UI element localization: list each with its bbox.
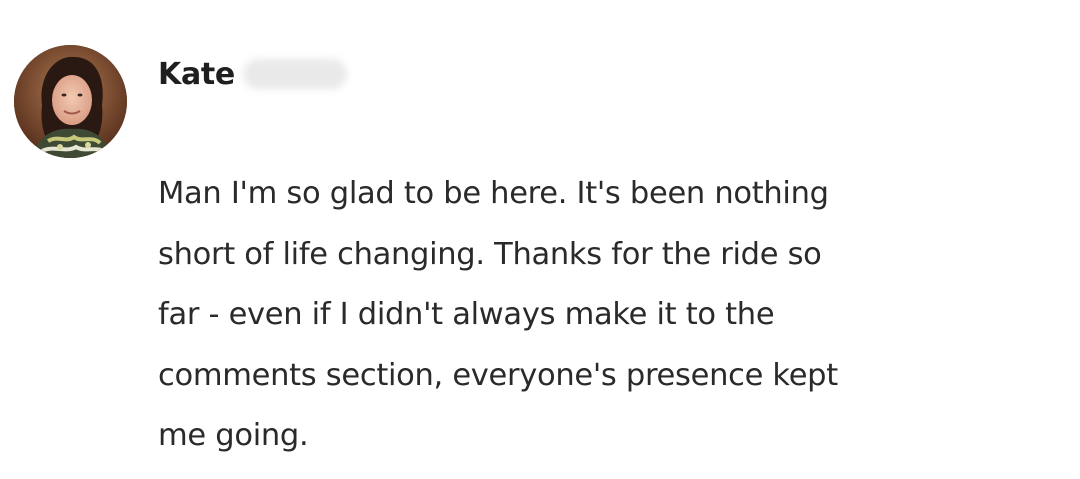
comment-text: Man I'm so glad to be here. It's been no… xyxy=(158,164,1058,467)
avatar-photo-icon xyxy=(14,45,127,158)
author-first-name: Kate xyxy=(158,56,235,92)
comment-author[interactable]: Kate xyxy=(158,52,347,96)
comment-line: far - even if I didn't always make it to… xyxy=(158,297,775,332)
comment-line: comments section, everyone's presence ke… xyxy=(158,357,838,393)
comment-card: Kate Man I'm so glad to be here. It's be… xyxy=(0,0,1080,479)
user-avatar[interactable] xyxy=(14,45,127,158)
comment-line: Man I'm so glad to be here. It's been no… xyxy=(158,176,829,211)
author-surname-redacted xyxy=(242,59,347,89)
comment-line: me going. xyxy=(158,418,309,453)
comment-line: short of life changing. Thanks for the r… xyxy=(158,236,822,272)
